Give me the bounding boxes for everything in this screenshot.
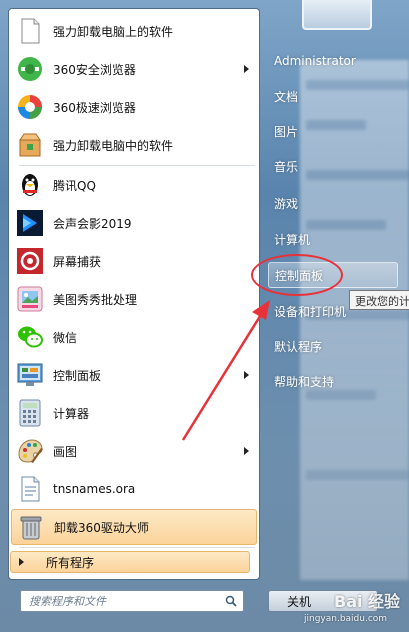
annotation-arrow bbox=[181, 300, 270, 441]
watermark: Bai 经验 jingyan.baidu.com bbox=[300, 584, 409, 630]
watermark-url: jingyan.baidu.com bbox=[304, 614, 388, 624]
watermark-logo: Bai 经验 bbox=[334, 592, 401, 611]
